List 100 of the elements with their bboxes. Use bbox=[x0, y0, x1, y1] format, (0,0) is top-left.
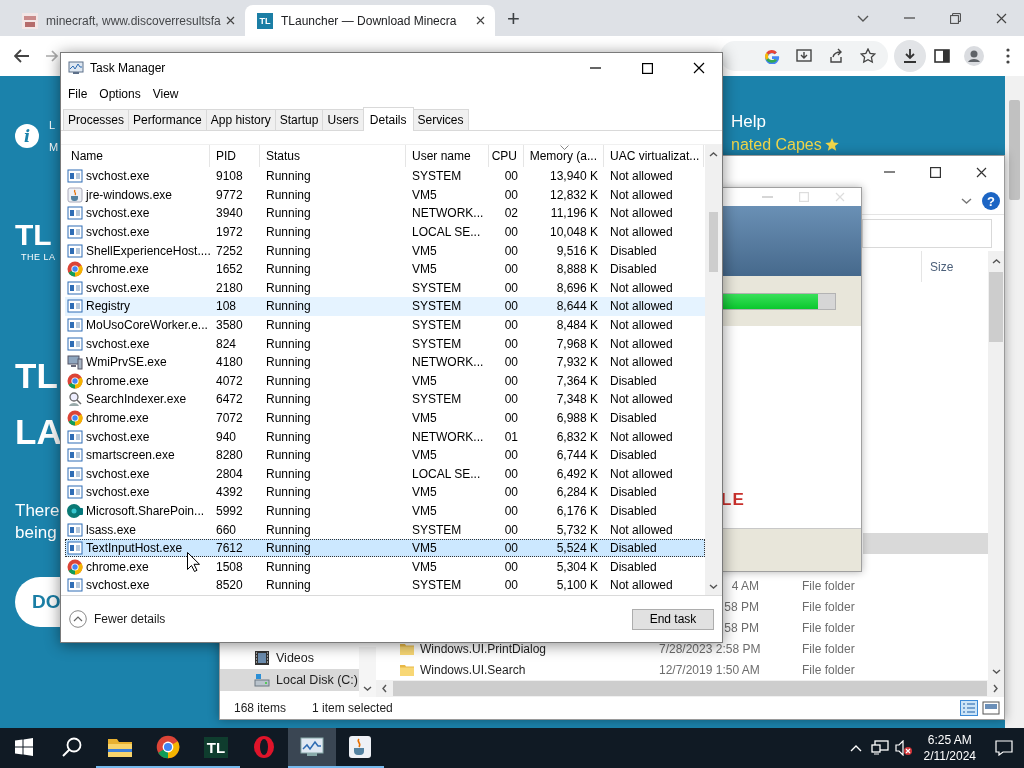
scrollbar[interactable] bbox=[1005, 76, 1024, 728]
process-row[interactable]: SearchIndexer.exe 6472 Running SYSTEM 00 7,348 K Not allowed bbox=[65, 390, 705, 409]
profile-icon[interactable] bbox=[964, 46, 984, 66]
menu-item[interactable]: View bbox=[146, 87, 185, 101]
scrollbar[interactable] bbox=[988, 251, 1004, 680]
scrollbar[interactable] bbox=[376, 680, 1004, 697]
column-header[interactable]: Memory (a... bbox=[524, 145, 604, 167]
nav-item[interactable]: Videos bbox=[220, 647, 359, 669]
process-row[interactable]: chrome.exe 4072 Running VM5 00 7,364 K Disabled bbox=[65, 371, 705, 391]
process-row[interactable]: svchost.exe 9108 Running SYSTEM 00 13,940 K Not allowed bbox=[65, 167, 705, 186]
collapse-icon[interactable] bbox=[69, 610, 87, 628]
browser-tab[interactable]: TL TLauncher — Download Minecra bbox=[245, 5, 495, 36]
forward-arrow-icon[interactable] bbox=[45, 50, 59, 62]
end-task-button[interactable]: End task bbox=[632, 608, 714, 630]
maximize-icon[interactable] bbox=[641, 62, 653, 74]
close-icon[interactable] bbox=[226, 16, 235, 25]
menu-icon[interactable] bbox=[1006, 48, 1010, 64]
file-name[interactable]: Windows.UI.Search bbox=[420, 662, 526, 677]
column-header[interactable]: CPU bbox=[489, 145, 524, 167]
minimize-icon[interactable] bbox=[589, 67, 601, 69]
clock[interactable]: 6:25 AM 2/11/2024 bbox=[915, 728, 984, 768]
process-row[interactable]: lsass.exe 660 Running SYSTEM 00 5,732 K Not allowed bbox=[65, 520, 705, 539]
process-row[interactable]: svchost.exe 1972 Running LOCAL SE... 00 10,048 K Not allowed bbox=[65, 222, 705, 242]
process-row[interactable]: svchost.exe 940 Running NETWORK... 01 6,832 K Not allowed bbox=[65, 427, 705, 446]
process-row[interactable]: smartscreen.exe 8280 Running VM5 00 6,744 K Disabled bbox=[65, 445, 705, 465]
star-icon[interactable] bbox=[860, 48, 876, 64]
minimize-icon[interactable] bbox=[903, 17, 915, 19]
tab[interactable]: Performance bbox=[128, 109, 207, 130]
share-icon[interactable] bbox=[828, 48, 844, 64]
process-row[interactable]: Registry 108 Running SYSTEM 00 8,644 K Not allowed bbox=[65, 297, 705, 316]
nav-link[interactable]: Help bbox=[731, 112, 1005, 132]
windows-logo-icon[interactable] bbox=[15, 738, 33, 756]
process-row[interactable]: ShellExperienceHost.... 7252 Running VM5 00 9,516 K Disabled bbox=[65, 241, 705, 260]
close-icon[interactable] bbox=[975, 166, 987, 178]
muted-speaker-icon[interactable] bbox=[894, 740, 913, 756]
process-row[interactable]: Microsoft.SharePoin... 5992 Running VM5 00 6,176 K Disabled bbox=[65, 501, 705, 521]
search-field[interactable] bbox=[862, 218, 992, 248]
process-row[interactable]: svchost.exe 8520 Running SYSTEM 00 5,100 K Not allowed bbox=[65, 576, 705, 595]
scroll-down-icon[interactable] bbox=[991, 669, 1001, 674]
help-icon[interactable]: ? bbox=[982, 192, 1000, 210]
scroll-thumb[interactable] bbox=[709, 212, 718, 272]
process-row[interactable]: svchost.exe 3940 Running NETWORK... 02 11,196 K Not allowed bbox=[65, 204, 705, 223]
download-button[interactable] bbox=[894, 40, 926, 72]
process-row[interactable]: chrome.exe 1652 Running VM5 00 8,888 K Disabled bbox=[65, 259, 705, 279]
restore-icon[interactable] bbox=[949, 12, 961, 24]
notification-icon[interactable] bbox=[995, 740, 1013, 756]
process-row[interactable]: svchost.exe 2180 Running SYSTEM 00 8,696 K Not allowed bbox=[65, 278, 705, 298]
column-header[interactable]: Name bbox=[65, 145, 210, 167]
search-icon[interactable] bbox=[62, 737, 82, 757]
minimize-icon[interactable] bbox=[883, 171, 895, 173]
tab[interactable]: Services bbox=[412, 109, 469, 130]
nav-item[interactable]: Local Disk (C:) bbox=[220, 669, 359, 691]
process-row[interactable]: svchost.exe 824 Running SYSTEM 00 7,968 K Not allowed bbox=[65, 334, 705, 353]
menu-item[interactable]: Options bbox=[93, 87, 147, 101]
scroll-thumb[interactable] bbox=[1009, 100, 1020, 200]
column-header[interactable]: UAC virtualizat... bbox=[604, 145, 704, 167]
chevron-down-icon[interactable] bbox=[857, 14, 869, 22]
scroll-down-icon[interactable] bbox=[709, 584, 718, 589]
taskbar-app[interactable]: TL bbox=[192, 728, 240, 768]
menu-item[interactable]: File bbox=[62, 87, 94, 101]
scroll-up-icon[interactable] bbox=[709, 152, 718, 157]
process-row[interactable]: TextInputHost.exe 7612 Running VM5 00 5,524 K Disabled bbox=[65, 538, 705, 558]
tiles-view-icon[interactable] bbox=[982, 700, 1000, 716]
back-arrow-icon[interactable] bbox=[14, 49, 30, 63]
scrollbar[interactable] bbox=[705, 145, 722, 595]
google-icon[interactable] bbox=[764, 48, 780, 64]
process-row[interactable]: svchost.exe 2804 Running LOCAL SE... 00 6,492 K Not allowed bbox=[65, 464, 705, 484]
show-hidden-icons-icon[interactable] bbox=[849, 744, 862, 752]
maximize-icon[interactable] bbox=[929, 166, 941, 178]
tab[interactable]: Processes bbox=[63, 109, 130, 130]
process-row[interactable]: chrome.exe 1508 Running VM5 00 5,304 K Disabled bbox=[65, 557, 705, 577]
tab[interactable]: Users bbox=[322, 109, 364, 130]
process-row[interactable]: chrome.exe 7072 Running VM5 00 6,988 K Disabled bbox=[65, 408, 705, 428]
tab[interactable]: Details bbox=[362, 107, 414, 131]
column-header[interactable]: Status bbox=[260, 145, 406, 167]
download-button[interactable]: DO bbox=[15, 577, 60, 627]
scroll-up-icon[interactable] bbox=[991, 259, 1001, 264]
scroll-thumb[interactable] bbox=[989, 272, 1003, 342]
column-header[interactable]: User name bbox=[406, 145, 489, 167]
file-name[interactable]: Windows.UI.PrintDialog bbox=[420, 641, 547, 656]
network-icon[interactable] bbox=[870, 740, 889, 756]
close-icon[interactable] bbox=[693, 62, 705, 74]
scroll-left-icon[interactable] bbox=[382, 684, 387, 693]
process-row[interactable]: WmiPrvSE.exe 4180 Running NETWORK... 00 7,932 K Not allowed bbox=[65, 352, 705, 372]
tab[interactable]: Startup bbox=[274, 109, 324, 130]
scroll-down-icon[interactable] bbox=[363, 686, 372, 691]
scrollbar[interactable] bbox=[359, 647, 376, 697]
column-header[interactable]: PID bbox=[210, 145, 260, 167]
taskbar-app[interactable] bbox=[288, 728, 336, 768]
tab[interactable]: App history bbox=[205, 109, 276, 130]
site-logo[interactable]: TL bbox=[15, 220, 52, 250]
process-row[interactable]: MoUsoCoreWorker.e... 3580 Running SYSTEM 00 8,484 K Not allowed bbox=[65, 315, 705, 335]
browser-tab[interactable]: minecraft, www.discoverresultsfa bbox=[10, 5, 245, 36]
process-row[interactable]: svchost.exe 4392 Running VM5 00 6,284 K Disabled bbox=[65, 483, 705, 502]
new-tab-button[interactable]: + bbox=[507, 2, 520, 32]
close-icon[interactable] bbox=[476, 16, 485, 25]
process-row[interactable]: jre-windows.exe 9772 Running VM5 00 12,832 K Not allowed bbox=[65, 185, 705, 205]
address-bar[interactable] bbox=[720, 41, 888, 71]
install-icon[interactable] bbox=[796, 48, 812, 64]
fewer-details-link[interactable]: Fewer details bbox=[94, 612, 166, 626]
